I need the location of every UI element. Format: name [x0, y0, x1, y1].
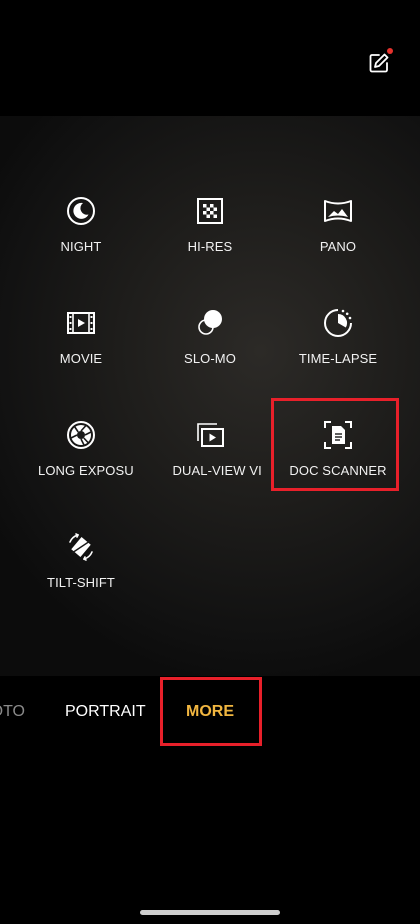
mode-label: TIME-LAPSE — [298, 351, 378, 366]
mode-pano[interactable]: PANO — [268, 193, 408, 293]
hi-res-grid-icon — [194, 195, 226, 227]
top-bar — [0, 0, 420, 116]
edit-modes-button[interactable] — [362, 46, 396, 80]
mode-slo-mo[interactable]: SLO-MO — [140, 305, 280, 405]
tilt-shift-icon — [65, 531, 97, 563]
mode-label: PANO — [319, 239, 357, 254]
movie-film-icon — [65, 307, 97, 339]
mode-label: DOC SCANNER — [289, 463, 387, 478]
mode-doc-scanner[interactable]: DOC SCANNER — [268, 417, 408, 517]
mode-tilt-shift[interactable]: TILT-SHIFT — [11, 529, 151, 629]
camera-mode-bar: PHOTO PORTRAIT MORE — [0, 676, 420, 756]
home-indicator[interactable] — [140, 910, 280, 915]
night-moon-icon — [65, 195, 97, 227]
camera-more-modes-screen: NIGHT HI-RES PANO MOVIE SLO-MO TIME-LAPS… — [0, 0, 420, 924]
slow-motion-icon — [194, 307, 226, 339]
notification-dot — [387, 48, 393, 54]
mode-night[interactable]: NIGHT — [11, 193, 151, 293]
tab-portrait[interactable]: PORTRAIT — [65, 703, 146, 721]
aperture-icon — [65, 419, 97, 451]
mode-label: TILT-SHIFT — [47, 575, 115, 590]
mode-label: SLO-MO — [184, 351, 236, 366]
tab-more[interactable]: MORE — [186, 703, 234, 721]
mode-hi-res[interactable]: HI-RES — [140, 193, 280, 293]
mode-label: DUAL-VIEW VIDEO — [172, 463, 261, 478]
modes-panel: NIGHT HI-RES PANO MOVIE SLO-MO TIME-LAPS… — [0, 116, 420, 676]
mode-movie[interactable]: MOVIE — [11, 305, 151, 405]
mode-label: LONG EXPOSURE — [38, 463, 133, 478]
dual-view-icon — [194, 419, 226, 451]
mode-dual-view[interactable]: DUAL-VIEW VIDEO — [140, 417, 280, 517]
tab-photo[interactable]: PHOTO — [0, 703, 25, 721]
mode-label: NIGHT — [60, 239, 102, 254]
mode-label: HI-RES — [187, 239, 233, 254]
panorama-icon — [322, 195, 354, 227]
mode-label: MOVIE — [59, 351, 103, 366]
mode-long-exposure[interactable]: LONG EXPOSURE — [11, 417, 151, 517]
time-lapse-icon — [322, 307, 354, 339]
edit-pencil-icon — [369, 53, 389, 73]
document-scan-icon — [322, 419, 354, 451]
mode-time-lapse[interactable]: TIME-LAPSE — [268, 305, 408, 405]
